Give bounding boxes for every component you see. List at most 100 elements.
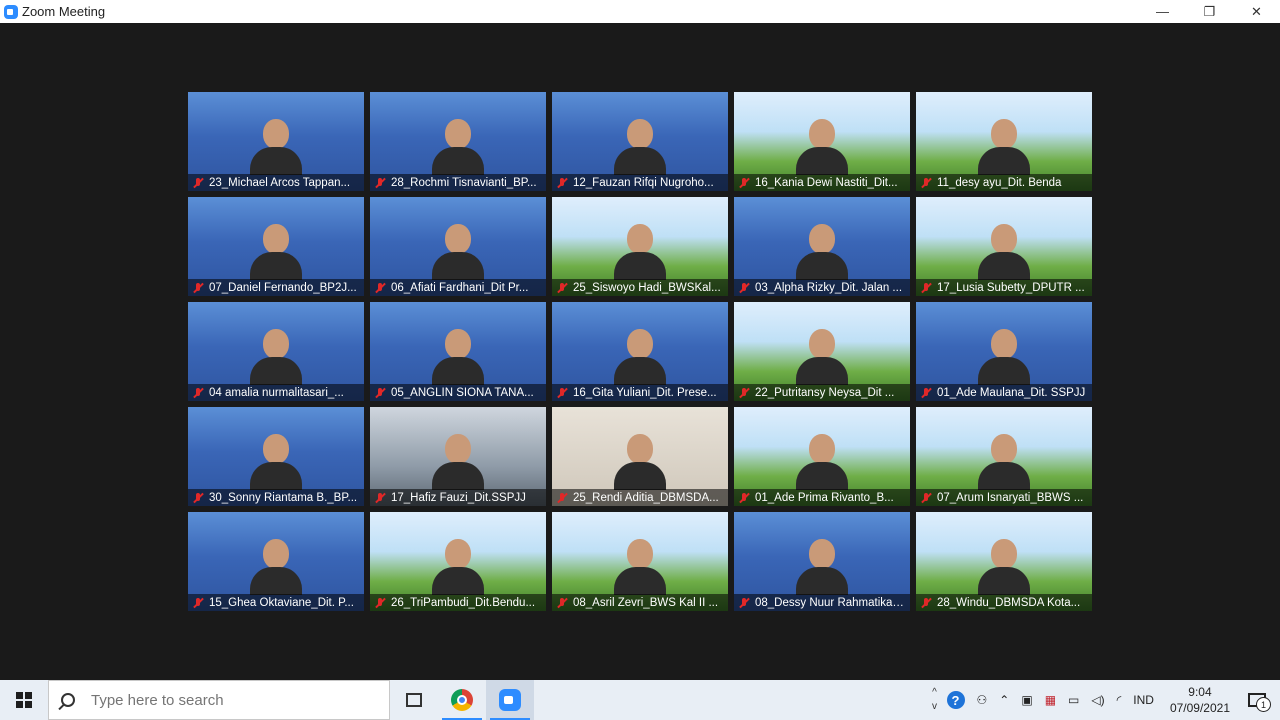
show-hidden-icons-button[interactable]: ⌃ (993, 680, 1015, 720)
participant-name-bar: 23_Michael Arcos Tappan... (188, 174, 364, 191)
muted-mic-icon (192, 492, 204, 504)
participant-tile[interactable]: 16_Kania Dewi Nastiti_Dit... (734, 92, 910, 191)
participant-name-bar: 17_Hafiz Fauzi_Dit.SSPJJ (370, 489, 546, 506)
muted-mic-icon (374, 387, 386, 399)
muted-mic-icon (556, 177, 568, 189)
battery-button[interactable]: ▭ (1062, 680, 1085, 720)
tray-scroll[interactable]: ^ v (929, 680, 941, 720)
participant-video (796, 224, 848, 280)
search-icon (61, 693, 75, 707)
chevron-up-icon: ⌃ (999, 693, 1010, 707)
participant-name-bar: 01_Ade Prima Rivanto_B... (734, 489, 910, 506)
participant-tile[interactable]: 30_Sonny Riantama B._BP... (188, 407, 364, 506)
participant-tile[interactable]: 01_Ade Prima Rivanto_B... (734, 407, 910, 506)
participant-name-bar: 17_Lusia Subetty_DPUTR ... (916, 279, 1092, 296)
minimize-button[interactable]: — (1139, 0, 1186, 23)
participant-name: 25_Siswoyo Hadi_BWSKal... (573, 281, 721, 294)
people-button[interactable]: ⚇ (971, 680, 994, 720)
muted-mic-icon (920, 282, 932, 294)
start-button[interactable] (0, 680, 48, 720)
participant-name-bar: 07_Daniel Fernando_BP2J... (188, 279, 364, 296)
taskbar-search[interactable] (48, 680, 390, 720)
help-button[interactable]: ? (941, 680, 971, 720)
participant-name-bar: 26_TriPambudi_Dit.Bendu... (370, 594, 546, 611)
chrome-icon (451, 689, 473, 711)
participant-tile[interactable]: 22_Putritansy Neysa_Dit ... (734, 302, 910, 401)
device-button[interactable]: ▣ (1015, 680, 1038, 720)
participant-tile[interactable]: 28_Rochmi Tisnavianti_BP... (370, 92, 546, 191)
notifications-button[interactable]: 1 (1240, 680, 1280, 720)
system-tray: ^ v ? ⚇ ⌃ ▣ ▦ ▭ ◁) ◜ IND 9:04 07/09/2021… (929, 680, 1280, 720)
participant-name: 05_ANGLIN SIONA TANA... (391, 386, 534, 399)
participant-name: 17_Hafiz Fauzi_Dit.SSPJJ (391, 491, 526, 504)
window-controls: — ❐ ✕ (1139, 0, 1280, 23)
chevron-down-icon[interactable]: v (932, 700, 937, 714)
participant-video (796, 329, 848, 385)
participant-name: 06_Afiati Fardhani_Dit Pr... (391, 281, 529, 294)
participant-video (432, 119, 484, 175)
participant-tile[interactable]: 07_Daniel Fernando_BP2J... (188, 197, 364, 296)
participant-name: 08_Dessy Nuur Rahmatika_D... (755, 596, 905, 609)
participant-tile[interactable]: 05_ANGLIN SIONA TANA... (370, 302, 546, 401)
participant-video (978, 329, 1030, 385)
participant-video (796, 434, 848, 490)
participant-tile[interactable]: 03_Alpha Rizky_Dit. Jalan ... (734, 197, 910, 296)
muted-mic-icon (738, 387, 750, 399)
participant-name-bar: 15_Ghea Oktaviane_Dit. P... (188, 594, 364, 611)
participant-video (614, 434, 666, 490)
participant-name-bar: 08_Dessy Nuur Rahmatika_D... (734, 594, 910, 611)
participant-tile[interactable]: 12_Fauzan Rifqi Nugroho... (552, 92, 728, 191)
participant-tile[interactable]: 25_Siswoyo Hadi_BWSKal... (552, 197, 728, 296)
participant-name: 30_Sonny Riantama B._BP... (209, 491, 358, 504)
participant-tile[interactable]: 11_desy ayu_Dit. Benda (916, 92, 1092, 191)
participant-tile[interactable]: 28_Windu_DBMSDA Kota... (916, 512, 1092, 611)
notification-count: 1 (1256, 697, 1271, 712)
participant-tile[interactable]: 26_TriPambudi_Dit.Bendu... (370, 512, 546, 611)
participant-tile[interactable]: 16_Gita Yuliani_Dit. Prese... (552, 302, 728, 401)
participant-name: 28_Rochmi Tisnavianti_BP... (391, 176, 537, 189)
search-input[interactable] (89, 690, 373, 710)
participant-tile[interactable]: 17_Hafiz Fauzi_Dit.SSPJJ (370, 407, 546, 506)
participant-name: 15_Ghea Oktaviane_Dit. P... (209, 596, 354, 609)
participant-video (432, 329, 484, 385)
task-view-button[interactable] (390, 680, 438, 720)
network-button[interactable]: ◜ (1111, 680, 1128, 720)
participant-name-bar: 25_Rendi Aditia_DBMSDA... (552, 489, 728, 506)
muted-mic-icon (556, 492, 568, 504)
notification-icon: 1 (1248, 693, 1271, 712)
gift-button[interactable]: ▦ (1039, 680, 1062, 720)
participant-name: 11_desy ayu_Dit. Benda (937, 176, 1062, 189)
participant-tile[interactable]: 04 amalia nurmalitasari_... (188, 302, 364, 401)
close-button[interactable]: ✕ (1233, 0, 1280, 23)
participant-tile[interactable]: 01_Ade Maulana_Dit. SSPJJ (916, 302, 1092, 401)
participant-name-bar: 01_Ade Maulana_Dit. SSPJJ (916, 384, 1092, 401)
participant-name-bar: 30_Sonny Riantama B._BP... (188, 489, 364, 506)
participant-tile[interactable]: 25_Rendi Aditia_DBMSDA... (552, 407, 728, 506)
participant-tile[interactable]: 15_Ghea Oktaviane_Dit. P... (188, 512, 364, 611)
participant-name-bar: 16_Kania Dewi Nastiti_Dit... (734, 174, 910, 191)
participant-video (250, 329, 302, 385)
muted-mic-icon (374, 492, 386, 504)
participant-video (614, 329, 666, 385)
participant-name-bar: 11_desy ayu_Dit. Benda (916, 174, 1092, 191)
participant-tile[interactable]: 08_Asril Zevri_BWS Kal II ... (552, 512, 728, 611)
participant-tile[interactable]: 07_Arum Isnaryati_BBWS ... (916, 407, 1092, 506)
restore-button[interactable]: ❐ (1186, 0, 1233, 23)
muted-mic-icon (192, 387, 204, 399)
participant-video (614, 224, 666, 280)
clock[interactable]: 9:04 07/09/2021 (1160, 684, 1240, 716)
chevron-up-icon[interactable]: ^ (932, 686, 937, 700)
taskbar: ^ v ? ⚇ ⌃ ▣ ▦ ▭ ◁) ◜ IND 9:04 07/09/2021… (0, 680, 1280, 720)
participant-tile[interactable]: 06_Afiati Fardhani_Dit Pr... (370, 197, 546, 296)
participant-tile[interactable]: 08_Dessy Nuur Rahmatika_D... (734, 512, 910, 611)
help-icon: ? (946, 691, 965, 709)
participant-tile[interactable]: 23_Michael Arcos Tappan... (188, 92, 364, 191)
language-indicator[interactable]: IND (1127, 680, 1160, 720)
volume-button[interactable]: ◁) (1085, 680, 1110, 720)
participant-video (250, 434, 302, 490)
chrome-taskbar-button[interactable] (438, 680, 486, 720)
muted-mic-icon (920, 492, 932, 504)
participant-tile[interactable]: 17_Lusia Subetty_DPUTR ... (916, 197, 1092, 296)
zoom-logo-icon (4, 4, 18, 19)
zoom-taskbar-button[interactable] (486, 680, 534, 720)
